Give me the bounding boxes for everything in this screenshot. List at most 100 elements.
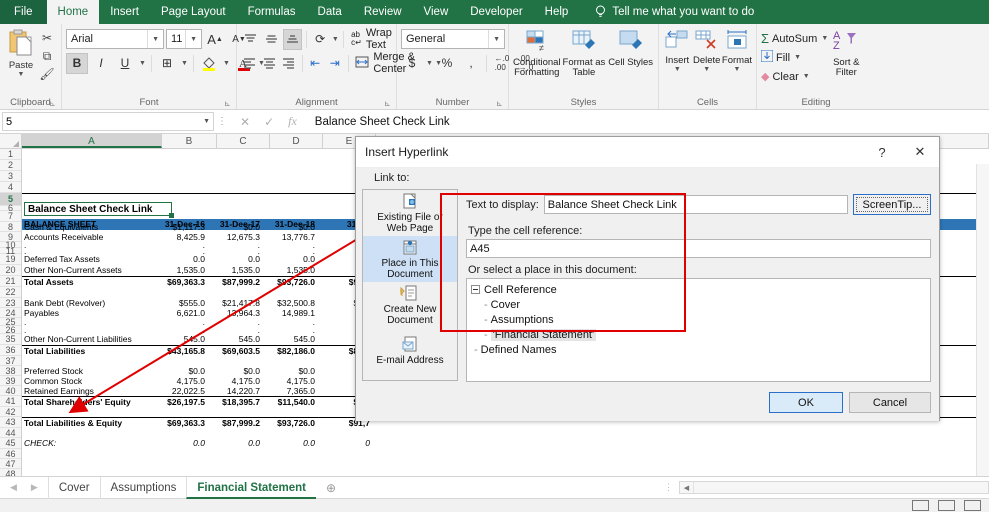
insert-caret-icon[interactable]: ▼: [673, 66, 682, 73]
row-header-26[interactable]: 26: [0, 326, 21, 334]
insert-cells-button[interactable]: Insert ▼: [663, 27, 692, 73]
ribbon-tab-data[interactable]: Data: [307, 0, 353, 24]
place-tree[interactable]: Cell Reference - Cover - Assumptions - '…: [466, 278, 931, 382]
delete-caret-icon[interactable]: ▼: [702, 66, 711, 73]
row-header-3[interactable]: 3: [0, 171, 21, 182]
row-header-20[interactable]: 20: [0, 265, 21, 276]
ribbon-tab-review[interactable]: Review: [353, 0, 413, 24]
ribbon-tab-insert[interactable]: Insert: [99, 0, 150, 24]
percent-style-icon[interactable]: %: [436, 53, 458, 74]
ribbon-tab-formulas[interactable]: Formulas: [237, 0, 307, 24]
conditional-formatting-button[interactable]: ≠ Conditional Formatting: [513, 27, 561, 78]
fill-color-caret-icon[interactable]: ▼: [222, 60, 231, 67]
row-header-48[interactable]: 48: [0, 469, 21, 476]
dialog-title-bar[interactable]: Insert Hyperlink ? ✕: [356, 137, 939, 168]
ribbon-tab-home[interactable]: Home: [47, 0, 100, 24]
row-header-21[interactable]: 21: [0, 276, 21, 287]
select-all-corner[interactable]: [0, 134, 22, 148]
scroll-left-icon[interactable]: ◀: [680, 482, 694, 493]
autosum-caret-icon[interactable]: ▼: [820, 35, 829, 42]
font-size-combo[interactable]: 11 ▼: [166, 29, 202, 49]
chevron-down-icon[interactable]: ▼: [488, 30, 502, 48]
row-header-40[interactable]: 40: [0, 386, 21, 396]
cell-reference-input[interactable]: A45: [466, 239, 931, 258]
add-sheet-icon[interactable]: ⊕: [316, 481, 346, 495]
ok-button[interactable]: OK: [769, 392, 843, 413]
row-header-41[interactable]: 41: [0, 396, 21, 407]
format-painter-icon[interactable]: 🖌: [38, 66, 56, 82]
cell-styles-button[interactable]: Cell Styles: [607, 27, 654, 68]
font-dialog-launcher[interactable]: ⊾: [224, 99, 233, 108]
sidebar-item-place-in-document[interactable]: Place in This Document: [363, 236, 457, 282]
row-header-4[interactable]: 4: [0, 182, 21, 193]
align-left-icon[interactable]: [241, 53, 259, 74]
sidebar-item-create-new-document[interactable]: Create New Document: [363, 282, 457, 328]
row-header-1[interactable]: 1: [0, 149, 21, 160]
column-header-b[interactable]: B: [162, 134, 217, 148]
increase-indent-icon[interactable]: ⇥: [326, 53, 344, 74]
table-row[interactable]: CHECK:0.00.00.00: [22, 438, 989, 449]
align-middle-icon[interactable]: [262, 29, 281, 50]
cancel-button[interactable]: Cancel: [849, 392, 931, 413]
sheet-tab-assumptions[interactable]: Assumptions: [100, 477, 187, 499]
column-header-d[interactable]: D: [270, 134, 323, 148]
align-bottom-icon[interactable]: [283, 29, 302, 50]
increase-font-size-icon[interactable]: A▲: [204, 29, 226, 50]
row-header-19[interactable]: 19: [0, 254, 21, 265]
font-name-combo[interactable]: Arial ▼: [66, 29, 164, 49]
alignment-dialog-launcher[interactable]: ⊾: [384, 99, 393, 108]
tree-node-cover[interactable]: - Cover: [471, 297, 930, 312]
format-as-table-button[interactable]: Format as Table: [561, 27, 608, 78]
align-center-icon[interactable]: [261, 53, 279, 74]
underline-button[interactable]: U: [114, 53, 136, 74]
bold-button[interactable]: B: [66, 53, 88, 74]
comma-style-icon[interactable]: ,: [460, 53, 482, 74]
sidebar-item-email-address[interactable]: E-mail Address: [363, 328, 457, 374]
screentip-button[interactable]: ScreenTip...: [853, 194, 931, 215]
decrease-indent-icon[interactable]: ⇤: [306, 53, 324, 74]
table-row[interactable]: [22, 428, 989, 438]
accounting-format-icon[interactable]: $: [401, 53, 423, 74]
ribbon-tab-file[interactable]: File: [0, 0, 47, 24]
confirm-entry-icon[interactable]: ✓: [264, 115, 274, 129]
row-header-37[interactable]: 37: [0, 356, 21, 366]
row-header-42[interactable]: 42: [0, 407, 21, 417]
sheet-nav-arrows[interactable]: ◀ ▶: [0, 482, 48, 493]
clipboard-dialog-launcher[interactable]: ⊾: [49, 99, 58, 108]
cut-icon[interactable]: ✂: [38, 30, 56, 46]
fill-button[interactable]: Fill ▼: [761, 48, 829, 67]
italic-button[interactable]: I: [90, 53, 112, 74]
sort-filter-button[interactable]: A Z Sort & Filter: [829, 27, 863, 78]
row-header-39[interactable]: 39: [0, 376, 21, 386]
chevron-down-icon[interactable]: ▼: [203, 118, 210, 125]
align-top-icon[interactable]: [241, 29, 260, 50]
text-to-display-input[interactable]: Balance Sheet Check Link: [544, 195, 848, 214]
chevron-down-icon[interactable]: ▼: [147, 30, 161, 48]
vertical-scrollbar[interactable]: [976, 164, 989, 476]
orientation-icon[interactable]: ⟳: [311, 29, 330, 50]
fill-color-icon[interactable]: [198, 53, 220, 74]
row-header-47[interactable]: 47: [0, 459, 21, 469]
page-layout-view-icon[interactable]: [938, 500, 955, 511]
copy-icon[interactable]: ⧉: [38, 48, 56, 64]
horizontal-scrollbar[interactable]: ◀: [679, 481, 989, 494]
tree-node-financial-statement[interactable]: - 'Financial Statement': [471, 327, 930, 342]
row-header-38[interactable]: 38: [0, 366, 21, 376]
align-right-icon[interactable]: [280, 53, 298, 74]
name-box[interactable]: 5 ▼: [2, 112, 214, 131]
row-header-45[interactable]: 45: [0, 438, 21, 449]
borders-icon[interactable]: ⊞: [156, 53, 178, 74]
formula-input[interactable]: Balance Sheet Check Link: [307, 112, 989, 131]
fill-caret-icon[interactable]: ▼: [793, 54, 802, 61]
paste-button[interactable]: Paste ▼: [4, 27, 38, 78]
close-icon[interactable]: ✕: [901, 137, 939, 168]
row-header-44[interactable]: 44: [0, 428, 21, 438]
normal-view-icon[interactable]: [912, 500, 929, 511]
row-header-43[interactable]: 43: [0, 417, 21, 428]
accounting-caret-icon[interactable]: ▼: [425, 60, 434, 67]
clear-caret-icon[interactable]: ▼: [802, 73, 811, 80]
row-header-36[interactable]: 36: [0, 345, 21, 356]
number-dialog-launcher[interactable]: ⊾: [496, 99, 505, 108]
number-format-combo[interactable]: General ▼: [401, 29, 505, 49]
row-header-22[interactable]: 22: [0, 287, 21, 298]
